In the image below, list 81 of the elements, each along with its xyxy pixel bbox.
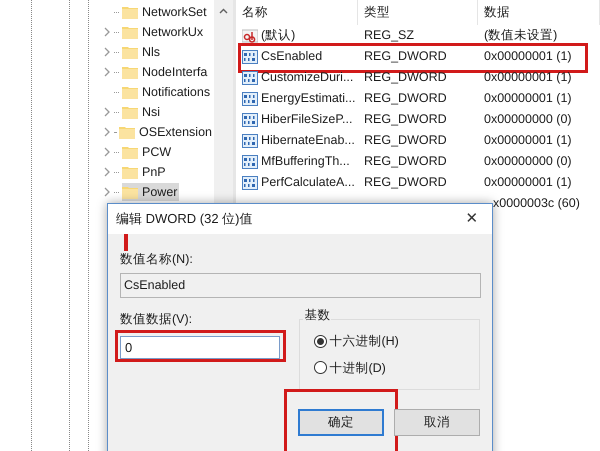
folder-icon: [122, 45, 138, 59]
tree-item[interactable]: NetworkSet: [100, 2, 214, 22]
dialog-title: 编辑 DWORD (32 位)值: [116, 210, 252, 228]
tree-item[interactable]: PnP: [100, 162, 214, 182]
value-data: 0x00000001 (1): [484, 175, 572, 190]
radio-button[interactable]: [314, 361, 328, 374]
value-data: 0x00000000 (0): [484, 112, 572, 126]
radio-button[interactable]: [314, 334, 328, 348]
tree-item[interactable]: Nsi: [100, 102, 214, 122]
folder-icon: [122, 65, 138, 79]
value-type: REG_SZ: [364, 28, 414, 42]
value-type: REG_DWORD: [364, 112, 447, 126]
binary-value-icon: [242, 70, 258, 84]
folder-icon: [122, 145, 138, 159]
binary-value-icon: [242, 92, 258, 106]
value-name[interactable]: HiberFileSizeP...: [261, 110, 352, 129]
dialog-button[interactable]: 确定: [298, 409, 384, 436]
tree-item[interactable]: PCW: [100, 142, 214, 162]
tree-item-label: PnP: [142, 164, 166, 181]
tree-item[interactable]: Notifications: [100, 82, 214, 102]
value-name-field: CsEnabled: [120, 273, 481, 298]
radio-option[interactable]: 十进制(D): [314, 358, 386, 378]
tree-item-label: PCW: [142, 144, 172, 161]
tree-item-label: NetworkSet: [142, 4, 207, 21]
binary-value-icon: [242, 134, 258, 148]
value-data: x0000003c (60): [492, 196, 580, 210]
folder-icon: [122, 85, 138, 99]
tree-item-label: NetworkUx: [142, 24, 204, 41]
folder-icon: [122, 5, 138, 19]
value-name[interactable]: (默认): [261, 26, 296, 45]
value-type: REG_DWORD: [364, 154, 447, 168]
tree-item-label: Nsi: [142, 104, 160, 121]
tree-item-label: NodeInterfa: [142, 64, 208, 81]
tree-item[interactable]: NodeInterfa: [100, 62, 214, 82]
value-type: REG_DWORD: [364, 49, 447, 64]
value-type: REG_DWORD: [364, 70, 447, 84]
value-name[interactable]: CsEnabled: [261, 47, 322, 66]
column-header[interactable]: 数据: [478, 0, 600, 25]
value-name[interactable]: EnergyEstimati...: [261, 89, 356, 108]
field-label: 数值名称(N):: [120, 250, 193, 268]
folder-icon: [122, 105, 138, 119]
value-type: REG_DWORD: [364, 91, 447, 106]
scroll-up-icon[interactable]: [219, 8, 228, 14]
value-name[interactable]: CustomizeDuri...: [261, 68, 354, 87]
tree-item[interactable]: Nls: [100, 42, 214, 62]
column-header[interactable]: 类型: [358, 0, 478, 25]
field-label: 数值数据(V):: [120, 310, 194, 328]
binary-value-icon: [242, 50, 258, 64]
tree-item-label: Notifications: [142, 84, 210, 101]
folder-icon: [122, 25, 138, 39]
value-data: (数值未设置): [484, 28, 558, 42]
tree-item-label: Nls: [142, 44, 160, 61]
value-name[interactable]: PerfCalculateA...: [261, 173, 355, 192]
folder-icon: [119, 125, 136, 139]
binary-value-icon: [242, 176, 258, 190]
value-data-field[interactable]: 0: [120, 336, 280, 359]
radio-option[interactable]: 十六进制(H): [314, 332, 399, 350]
tree-item[interactable]: Power: [100, 182, 214, 202]
tree-item[interactable]: OSExtension: [100, 122, 214, 142]
value-data: 0x00000001 (1): [484, 49, 572, 64]
radio-label: 十进制(D): [329, 360, 386, 377]
value-data: 0x00000001 (1): [484, 133, 572, 148]
tree-item[interactable]: NetworkUx: [100, 22, 214, 42]
dialog-button[interactable]: 取消: [394, 409, 480, 436]
value-type: REG_DWORD: [364, 133, 447, 148]
tree-item-label: Power: [142, 184, 178, 201]
tree-item-label: OSExtension: [139, 124, 212, 141]
value-name[interactable]: MfBufferingTh...: [261, 152, 350, 171]
folder-icon: [122, 185, 138, 199]
folder-icon: [122, 165, 138, 179]
string-value-icon: [242, 28, 258, 42]
value-type: REG_DWORD: [364, 175, 447, 190]
close-button[interactable]: ✕: [460, 207, 484, 231]
binary-value-icon: [242, 154, 258, 168]
value-data: 0x00000000 (0): [484, 154, 572, 168]
column-header[interactable]: 名称: [236, 0, 358, 25]
radio-label: 十六进制(H): [329, 332, 399, 350]
value-data: 0x00000001 (1): [484, 70, 572, 84]
value-name[interactable]: HibernateEnab...: [261, 131, 355, 150]
value-data: 0x00000001 (1): [484, 91, 572, 106]
binary-value-icon: [242, 112, 258, 126]
